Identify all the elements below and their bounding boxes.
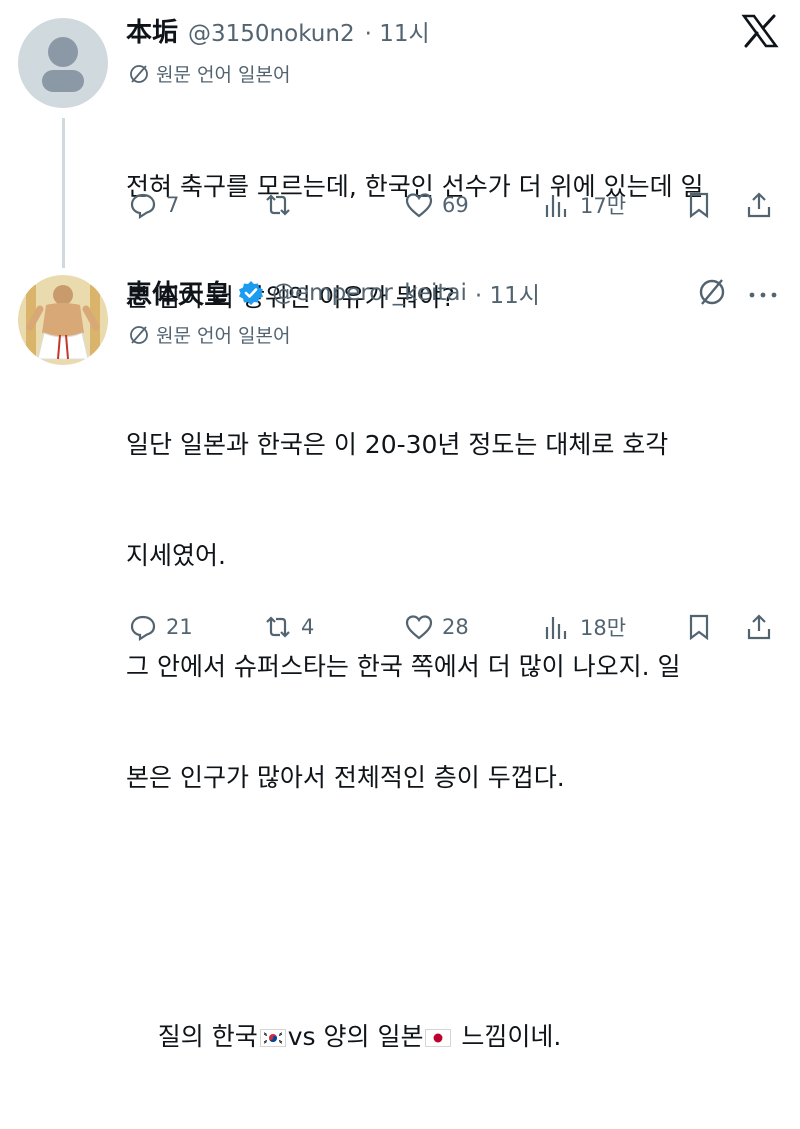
bookmark-icon bbox=[689, 192, 709, 219]
tweet2-author-name[interactable]: 恵体天皇 bbox=[126, 274, 230, 311]
avatar-default[interactable] bbox=[18, 18, 108, 108]
tweet1-like-count: 69 bbox=[442, 193, 469, 217]
views-icon bbox=[545, 617, 567, 639]
tweet1-reply-count: 7 bbox=[166, 193, 180, 217]
retweet-icon bbox=[266, 616, 290, 638]
translate-icon bbox=[130, 325, 148, 344]
japan-flag-icon bbox=[425, 1029, 452, 1047]
tweet2-line-5: 질의 한국 vs 양의 일본 느낌이네. bbox=[126, 981, 681, 1092]
tweet2-line-2: 지세였어. bbox=[126, 541, 226, 570]
reply-icon bbox=[130, 615, 156, 642]
tweet2-line-1: 일단 일본과 한국은 이 20-30년 정도는 대체로 호각 bbox=[126, 430, 669, 459]
tweet2-bookmark-button[interactable] bbox=[684, 612, 714, 642]
tweet2-reply-count: 21 bbox=[166, 615, 193, 639]
tweet2-line-5-part2: vs 양의 일본 bbox=[287, 1022, 424, 1051]
thread-line bbox=[62, 118, 65, 268]
tweet2-share-button[interactable] bbox=[744, 612, 774, 642]
korea-flag-icon bbox=[259, 1029, 286, 1047]
tweet1-views-button[interactable]: 17만 bbox=[542, 190, 626, 220]
tweet1-like-button[interactable]: 69 bbox=[404, 190, 469, 220]
tweet2-retweet-button[interactable]: 4 bbox=[263, 612, 314, 642]
tweet2-retweet-count: 4 bbox=[301, 615, 315, 639]
x-logo-icon[interactable] bbox=[741, 14, 779, 48]
tweet2-handle[interactable]: @emperor_keitai bbox=[272, 280, 467, 306]
tweet2-views-button[interactable]: 18만 bbox=[542, 612, 626, 642]
tweet1-time[interactable]: · 11시 bbox=[365, 14, 430, 48]
tweet2-translate-button[interactable] bbox=[696, 276, 728, 308]
default-avatar-icon bbox=[42, 37, 84, 92]
tweet1-view-count: 17만 bbox=[580, 194, 627, 218]
tweet2-line-4: 본은 인구가 많아서 전체적인 층이 두껍다. bbox=[126, 763, 565, 792]
tweet2-view-count: 18만 bbox=[580, 616, 627, 640]
tweet1-header: 本垢 @3150nokun2 · 11시 bbox=[126, 12, 430, 49]
translate-icon bbox=[699, 279, 725, 305]
views-icon bbox=[545, 195, 567, 217]
more-options-icon[interactable] bbox=[748, 286, 778, 298]
translate-icon bbox=[130, 64, 148, 83]
share-icon bbox=[747, 192, 771, 218]
tweet1-translation-label: 원문 언어 일본어 bbox=[156, 64, 291, 86]
tweet2-line-5-part1: 질의 한국 bbox=[157, 1022, 258, 1051]
tweet1-bookmark-button[interactable] bbox=[684, 190, 714, 220]
tweet1-author-name[interactable]: 本垢 bbox=[126, 12, 178, 49]
tweet2-blank-line bbox=[126, 870, 681, 907]
tweet2-line-5-part3: 느낌이네. bbox=[453, 1022, 562, 1051]
share-icon bbox=[747, 614, 771, 640]
tweet2-like-button[interactable]: 28 bbox=[404, 612, 469, 642]
bookmark-icon bbox=[689, 614, 709, 641]
avatar-emperor[interactable] bbox=[18, 275, 108, 365]
heart-icon bbox=[405, 615, 433, 640]
tweet2-translation-label: 원문 언어 일본어 bbox=[156, 325, 291, 347]
retweet-icon bbox=[266, 194, 290, 216]
tweet2-actions: 21 4 28 18만 bbox=[128, 612, 778, 646]
tweet2-body: 일단 일본과 한국은 이 20-30년 정도는 대체로 호각 지세였어. 그 안… bbox=[126, 352, 681, 1129]
tweet2-translation[interactable]: 원문 언어 일본어 bbox=[128, 321, 290, 348]
tweet2-header: 恵体天皇 @emperor_keitai · 11시 bbox=[126, 274, 540, 311]
heart-icon bbox=[405, 193, 433, 218]
verified-badge-icon bbox=[239, 280, 264, 305]
tweet1-translation[interactable]: 원문 언어 일본어 bbox=[128, 60, 290, 87]
tweet1-reply-button[interactable]: 7 bbox=[128, 190, 179, 220]
tweet2-like-count: 28 bbox=[442, 615, 469, 639]
tweet1-retweet-button[interactable] bbox=[263, 190, 301, 220]
tweet1-handle[interactable]: @3150nokun2 bbox=[188, 21, 355, 47]
tweet2-line-3: 그 안에서 슈퍼스타는 한국 쪽에서 더 많이 나오지. 일 bbox=[126, 652, 681, 681]
tweet2-time[interactable]: · 11시 bbox=[475, 276, 540, 310]
reply-icon bbox=[130, 193, 156, 220]
tweet1-actions: 7 69 17만 bbox=[128, 190, 778, 224]
avatar-illustration-icon bbox=[18, 275, 108, 365]
tweet2-reply-button[interactable]: 21 bbox=[128, 612, 193, 642]
tweet1-share-button[interactable] bbox=[744, 190, 774, 220]
